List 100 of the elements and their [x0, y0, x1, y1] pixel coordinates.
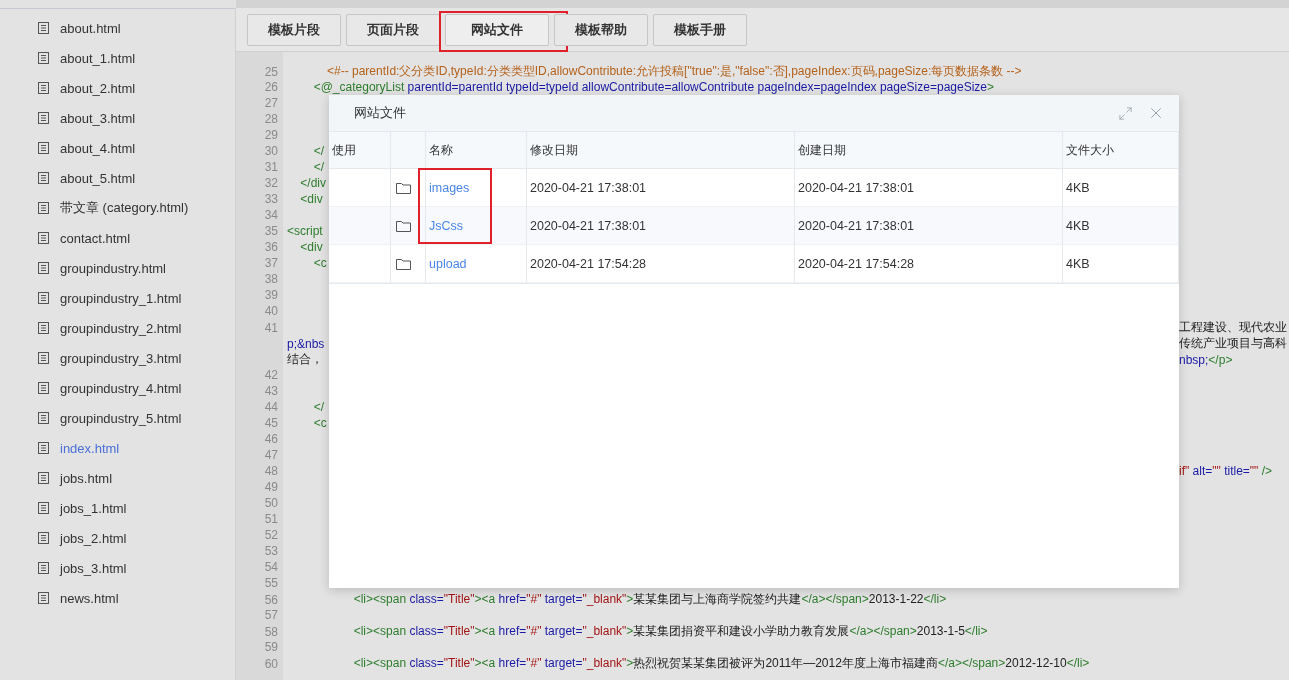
- code-line: p;&nbs: [287, 336, 325, 351]
- toolbar-button[interactable]: 模板帮助: [554, 13, 648, 46]
- line-number: 40: [264, 304, 279, 318]
- line-number: 30: [264, 144, 279, 158]
- line-number: 36: [264, 240, 279, 254]
- file-item[interactable]: jobs_3.html: [60, 560, 127, 576]
- line-number: 51: [264, 512, 279, 526]
- toolbar-button[interactable]: 网站文件: [445, 13, 549, 46]
- code-line: <@_categoryList parentId=parentId typeId=typeId allowContribute=allowContribute pageIndex=pageIndex pageSize=pageSize>: [312, 80, 994, 94]
- table-cell: 4KB: [1063, 245, 1179, 283]
- file-item[interactable]: jobs_1.html: [60, 500, 127, 516]
- line-number: 34: [264, 208, 279, 222]
- table-cell: 2020-04-21 17:38:01: [527, 207, 795, 245]
- line-number: 37: [264, 256, 279, 270]
- document-icon: [38, 82, 49, 94]
- table-cell: 2020-04-21 17:38:01: [795, 169, 1063, 207]
- document-icon: [38, 442, 49, 454]
- table-cell: 2020-04-21 17:54:28: [527, 245, 795, 283]
- file-item[interactable]: contact.html: [60, 230, 131, 246]
- code-line: nbsp;</p>: [1179, 352, 1233, 367]
- document-icon: [38, 172, 49, 184]
- folder-link[interactable]: JsCss: [429, 218, 464, 233]
- line-number: 54: [264, 560, 279, 574]
- file-item[interactable]: about_4.html: [60, 140, 136, 156]
- file-item[interactable]: news.html: [60, 590, 119, 606]
- document-icon: [38, 112, 49, 124]
- column-header: 名称: [426, 132, 527, 169]
- document-icon: [38, 412, 49, 424]
- line-number: 49: [264, 480, 279, 494]
- file-item[interactable]: groupindustry.html: [60, 260, 166, 276]
- document-icon: [38, 202, 49, 214]
- table-cell: 2020-04-21 17:54:28: [795, 245, 1063, 283]
- line-number: 48: [264, 464, 279, 478]
- line-number: 46: [264, 432, 279, 446]
- code-line: </div: [299, 176, 327, 190]
- code-line: 传统产业项目与高科: [1179, 335, 1287, 352]
- file-item[interactable]: groupindustry_5.html: [60, 410, 182, 426]
- code-line: <c: [312, 256, 327, 270]
- line-number: 28: [264, 112, 279, 126]
- file-item[interactable]: groupindustry_3.html: [60, 350, 182, 366]
- toolbar-button[interactable]: 模板片段: [247, 13, 341, 46]
- line-number: 52: [264, 528, 279, 542]
- line-number: 58: [264, 624, 279, 639]
- line-number: 29: [264, 128, 279, 142]
- file-item[interactable]: 带文章 (category.html): [60, 199, 189, 217]
- code-line: </: [312, 160, 324, 174]
- document-icon: [38, 22, 49, 34]
- file-item[interactable]: about_2.html: [60, 80, 136, 96]
- document-icon: [38, 52, 49, 64]
- dialog-title: 网站文件: [354, 104, 407, 122]
- toolbar-button[interactable]: 模板手册: [653, 13, 747, 46]
- line-number: 56: [264, 592, 279, 607]
- code-line: <li><span class="Title"><a href="#" target="_blank">热烈祝贺某某集团被评为2011年—2012年度上海市福建商</a></span>2012-12-10</li>: [352, 655, 1090, 672]
- line-number: 43: [264, 384, 279, 398]
- line-number: 26: [264, 80, 279, 94]
- line-number: 47: [264, 448, 279, 462]
- folder-link[interactable]: images: [429, 180, 470, 195]
- file-item[interactable]: about_5.html: [60, 170, 136, 186]
- folder-link[interactable]: upload: [429, 256, 467, 271]
- document-icon: [38, 232, 49, 244]
- line-number: 53: [264, 544, 279, 558]
- folder-icon: [396, 219, 411, 232]
- file-item[interactable]: groupindustry_1.html: [60, 290, 182, 306]
- code-line: <c: [312, 416, 327, 430]
- toolbar-button[interactable]: 页面片段: [346, 13, 440, 46]
- file-item[interactable]: groupindustry_2.html: [60, 320, 182, 336]
- maximize-icon[interactable]: [1118, 105, 1133, 121]
- file-item[interactable]: about.html: [60, 20, 121, 36]
- file-item[interactable]: jobs_2.html: [60, 530, 127, 546]
- file-item[interactable]: about_1.html: [60, 50, 136, 66]
- column-header: 文件大小: [1063, 132, 1179, 169]
- line-number: 42: [264, 368, 279, 382]
- file-item[interactable]: index.html: [60, 440, 120, 456]
- document-icon: [38, 562, 49, 574]
- code-line: </: [312, 144, 324, 158]
- document-icon: [38, 352, 49, 364]
- document-icon: [38, 472, 49, 484]
- document-icon: [38, 382, 49, 394]
- file-item[interactable]: jobs.html: [60, 470, 113, 486]
- line-number: 31: [264, 160, 279, 174]
- line-number: 50: [264, 496, 279, 510]
- line-number: 60: [264, 656, 279, 671]
- line-number: 25: [264, 64, 279, 79]
- document-icon: [38, 592, 49, 604]
- file-item[interactable]: groupindustry_4.html: [60, 380, 182, 396]
- code-line: 工程建设、现代农业: [1179, 319, 1287, 336]
- line-number: 59: [264, 640, 279, 654]
- table-cell: 2020-04-21 17:38:01: [527, 169, 795, 207]
- column-header: 使用: [329, 132, 391, 169]
- code-line: <div: [299, 240, 323, 254]
- line-number: 32: [264, 176, 279, 190]
- file-item[interactable]: about_3.html: [60, 110, 136, 126]
- table-cell: 4KB: [1063, 207, 1179, 245]
- line-number: 33: [264, 192, 279, 206]
- code-line: <div: [299, 192, 323, 206]
- code-line: <script: [287, 224, 323, 238]
- column-header: 修改日期: [527, 132, 795, 169]
- column-header: 创建日期: [795, 132, 1063, 169]
- line-number: 35: [264, 224, 279, 238]
- code-line: <li><span class="Title"><a href="#" target="_blank">某某集团与上海商学院签约共建</a></span>2013-1-22</li>: [352, 591, 947, 608]
